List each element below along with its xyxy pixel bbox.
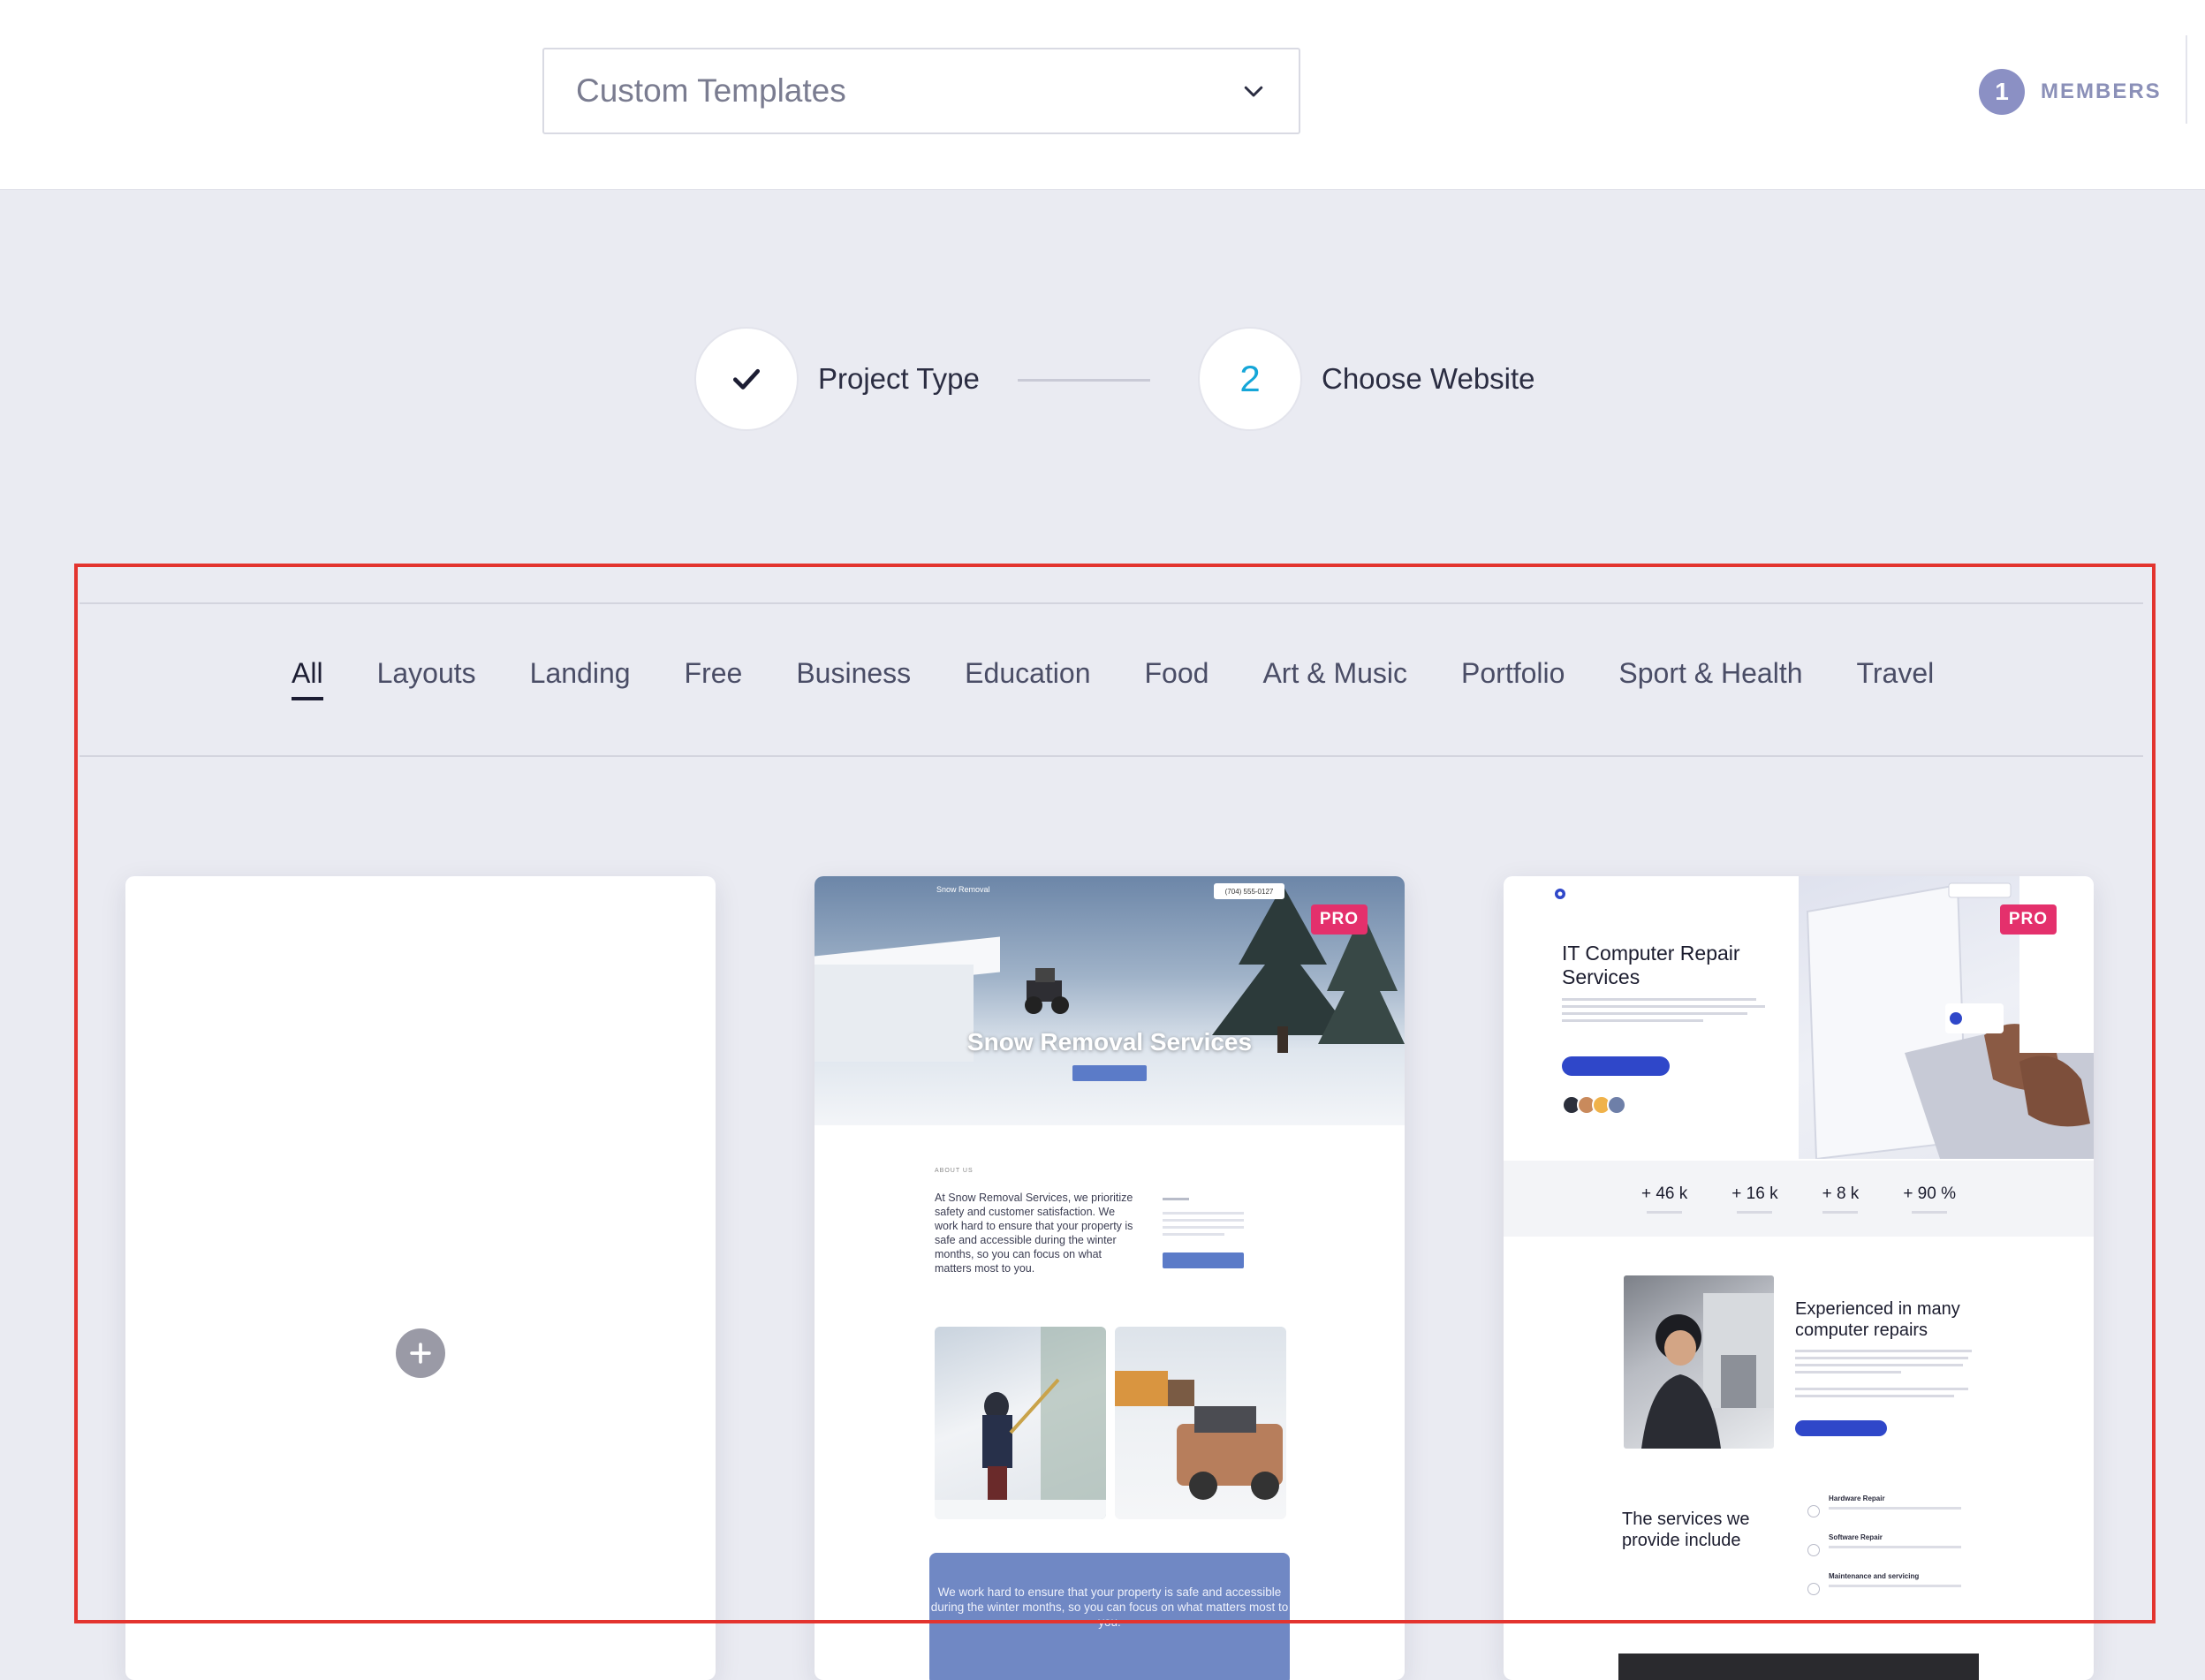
template-card-it-repair[interactable]: PRO IT Computer Repair Services + 46 k +…: [1504, 876, 2094, 1680]
chevron-down-icon: [1244, 86, 1263, 97]
it-stat: + 8 k: [1822, 1184, 1859, 1214]
members-label: MEMBERS: [2041, 79, 2162, 103]
topbar-divider: [2186, 35, 2187, 124]
tab-layouts[interactable]: Layouts: [377, 657, 476, 700]
top-bar: Custom Templates 1 MEMBERS: [0, 0, 2205, 190]
it-hero-text: [1562, 998, 1767, 1026]
members-button[interactable]: 1 MEMBERS: [1979, 69, 2162, 115]
tab-all[interactable]: All: [292, 657, 323, 700]
snow-text-line: [1163, 1219, 1244, 1222]
tab-landing[interactable]: Landing: [530, 657, 631, 700]
step-connector: [1018, 379, 1150, 382]
step-circle: [694, 327, 799, 431]
it-technician-photo: [1624, 1275, 1774, 1449]
tab-business[interactable]: Business: [796, 657, 911, 700]
tractor-illustration: [1025, 968, 1069, 1014]
tab-travel[interactable]: Travel: [1857, 657, 1935, 700]
snow-about-text: At Snow Removal Services, we prioritize …: [935, 1192, 1133, 1275]
tab-art-music[interactable]: Art & Music: [1262, 657, 1407, 700]
step-number: 2: [1239, 358, 1261, 399]
it-experience-text: [1795, 1350, 1972, 1402]
step-label: Choose Website: [1322, 362, 1535, 395]
snow-text-line: [1163, 1233, 1224, 1236]
it-services-title: The services we provide include: [1622, 1510, 1750, 1550]
it-hero-title: IT Computer Repair Services: [1562, 942, 1740, 988]
plus-icon[interactable]: [396, 1328, 445, 1378]
snow-logo: Snow Removal: [936, 885, 990, 894]
pro-badge: PRO: [1999, 904, 2057, 935]
it-avatar-group: [1562, 1095, 1626, 1115]
it-stat: + 16 k: [1731, 1184, 1778, 1214]
template-card-snow-removal[interactable]: PRO Snow Removal (704) 555-0127 Snow Rem…: [815, 876, 1405, 1680]
template-select-value: Custom Templates: [576, 72, 846, 109]
snow-text-line: [1163, 1226, 1244, 1229]
step-project-type[interactable]: Project Type: [694, 327, 980, 431]
it-services-list: Hardware Repair Software Repair Maintena…: [1807, 1495, 1984, 1611]
snow-truck-photo: [1115, 1327, 1286, 1519]
it-stat: + 46 k: [1641, 1184, 1687, 1214]
snow-support-button: [1163, 1252, 1244, 1268]
step-label: Project Type: [818, 362, 980, 395]
snow-phone: (704) 555-0127: [1214, 883, 1284, 899]
filter-top-rule: [80, 602, 2143, 604]
it-experience-title: Experienced in many computer repairs: [1795, 1299, 1960, 1340]
pro-badge: PRO: [1310, 904, 1368, 935]
check-icon: [732, 368, 761, 390]
it-support-button: [1795, 1420, 1887, 1436]
list-item: Hardware Repair: [1807, 1495, 1984, 1517]
snow-quote-block: We work hard to ensure that your propert…: [929, 1553, 1290, 1680]
snow-text-line: [1163, 1212, 1244, 1215]
snow-divider: [1163, 1198, 1189, 1200]
step-choose-website[interactable]: 2 Choose Website: [1198, 327, 1535, 431]
gear-icon: [1555, 889, 1565, 899]
snow-shoveling-photo: [935, 1327, 1106, 1519]
filter-bottom-rule: [80, 755, 2143, 757]
tab-portfolio[interactable]: Portfolio: [1461, 657, 1565, 700]
list-item: Software Repair: [1807, 1533, 1984, 1556]
it-bottom-image: [1618, 1654, 1979, 1680]
snow-hero-title: Snow Removal Services: [966, 1028, 1253, 1056]
members-count: 1: [1979, 69, 2025, 115]
it-stat: + 90 %: [1903, 1184, 1956, 1214]
tab-free[interactable]: Free: [685, 657, 743, 700]
it-consultation-button: [1562, 1056, 1670, 1076]
blank-template-card[interactable]: [125, 876, 716, 1680]
category-tabs: All Layouts Landing Free Business Educat…: [292, 657, 1934, 700]
template-select[interactable]: Custom Templates: [542, 48, 1300, 134]
step-circle: 2: [1198, 327, 1302, 431]
tab-education[interactable]: Education: [965, 657, 1090, 700]
list-item: Maintenance and servicing: [1807, 1572, 1984, 1595]
snow-about-label: ABOUT US: [935, 1168, 974, 1174]
it-stats-bar: + 46 k + 16 k + 8 k + 90 %: [1504, 1161, 2094, 1237]
tab-sport-health[interactable]: Sport & Health: [1618, 657, 1802, 700]
tab-food[interactable]: Food: [1145, 657, 1209, 700]
snow-contact-button: [1072, 1065, 1147, 1081]
